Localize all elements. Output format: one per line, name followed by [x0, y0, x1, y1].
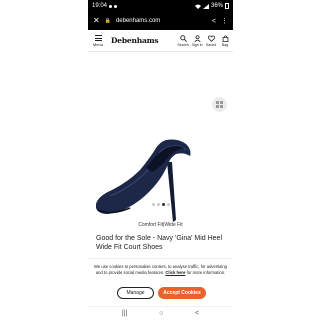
bag-icon [222, 35, 228, 42]
browser-url-bar: ✕ 🔒 debenhams.com < ⋮ [88, 12, 233, 30]
carousel-indicator[interactable] [88, 203, 233, 206]
cookie-info-link[interactable]: Click here [165, 270, 185, 275]
recent-apps-icon[interactable]: ||| [122, 310, 127, 317]
sign-in-button[interactable]: Sign in [191, 34, 203, 47]
search-icon [179, 34, 187, 42]
account-icon [193, 34, 201, 42]
url-text[interactable]: debenhams.com [116, 18, 207, 24]
notification-icon [114, 4, 118, 8]
product-image[interactable] [90, 92, 206, 232]
accept-cookies-button[interactable]: Accept Cookies [158, 287, 206, 299]
android-nav-bar: ||| ○ < [88, 306, 233, 320]
share-icon[interactable]: < [212, 18, 216, 25]
wifi-icon [194, 4, 201, 9]
carousel-dot-active[interactable] [161, 203, 165, 206]
battery-percent: 36% [210, 3, 223, 9]
status-time: 19:04 [92, 3, 108, 9]
site-logo[interactable]: Debenhams [111, 36, 159, 45]
cookie-banner: We use cookies to personalise content, t… [88, 258, 233, 306]
hamburger-icon [94, 34, 102, 41]
grid-icon [216, 101, 223, 108]
sign-in-label: Sign in [191, 42, 203, 47]
carousel-dot[interactable] [166, 203, 170, 206]
cookie-message-tail: for more information. [186, 269, 226, 275]
menu-button[interactable]: Menu [91, 34, 105, 47]
battery-icon [225, 3, 229, 9]
bag-button[interactable]: Bag [220, 35, 230, 47]
lock-icon: 🔒 [104, 18, 111, 24]
saved-button[interactable]: Saved [205, 34, 217, 47]
product-title: Good for the Sole - Navy 'Gina' Mid Heel… [96, 235, 223, 251]
notification-icon [109, 4, 113, 8]
product-image-gallery[interactable] [88, 52, 233, 222]
search-label: Search [177, 42, 189, 47]
status-bar: 19:04 36% [88, 0, 233, 12]
site-header: Menu Debenhams Search Sign in Saved Bag [88, 30, 233, 52]
search-button[interactable]: Search [177, 34, 189, 47]
close-icon[interactable]: ✕ [93, 17, 100, 25]
bag-label: Bag [221, 42, 229, 47]
cookie-message: We use cookies to personalise content, t… [94, 264, 227, 275]
fit-label: Comfort Fit|Wide Fit [138, 222, 183, 228]
kebab-icon[interactable]: ⋮ [221, 17, 228, 25]
home-icon[interactable]: ○ [159, 310, 163, 317]
manage-cookies-button[interactable]: Manage [117, 287, 154, 299]
view-gallery-button[interactable] [212, 97, 227, 112]
back-icon[interactable]: < [195, 310, 199, 317]
saved-label: Saved [205, 42, 217, 47]
carousel-dot[interactable] [156, 203, 160, 206]
phone-screen: 19:04 36% ✕ 🔒 debenhams.com < ⋮ Menu Deb… [88, 0, 233, 320]
carousel-dot[interactable] [151, 203, 155, 206]
heart-icon [207, 34, 215, 42]
menu-label: Menu [92, 41, 103, 47]
signal-icon [202, 3, 209, 9]
